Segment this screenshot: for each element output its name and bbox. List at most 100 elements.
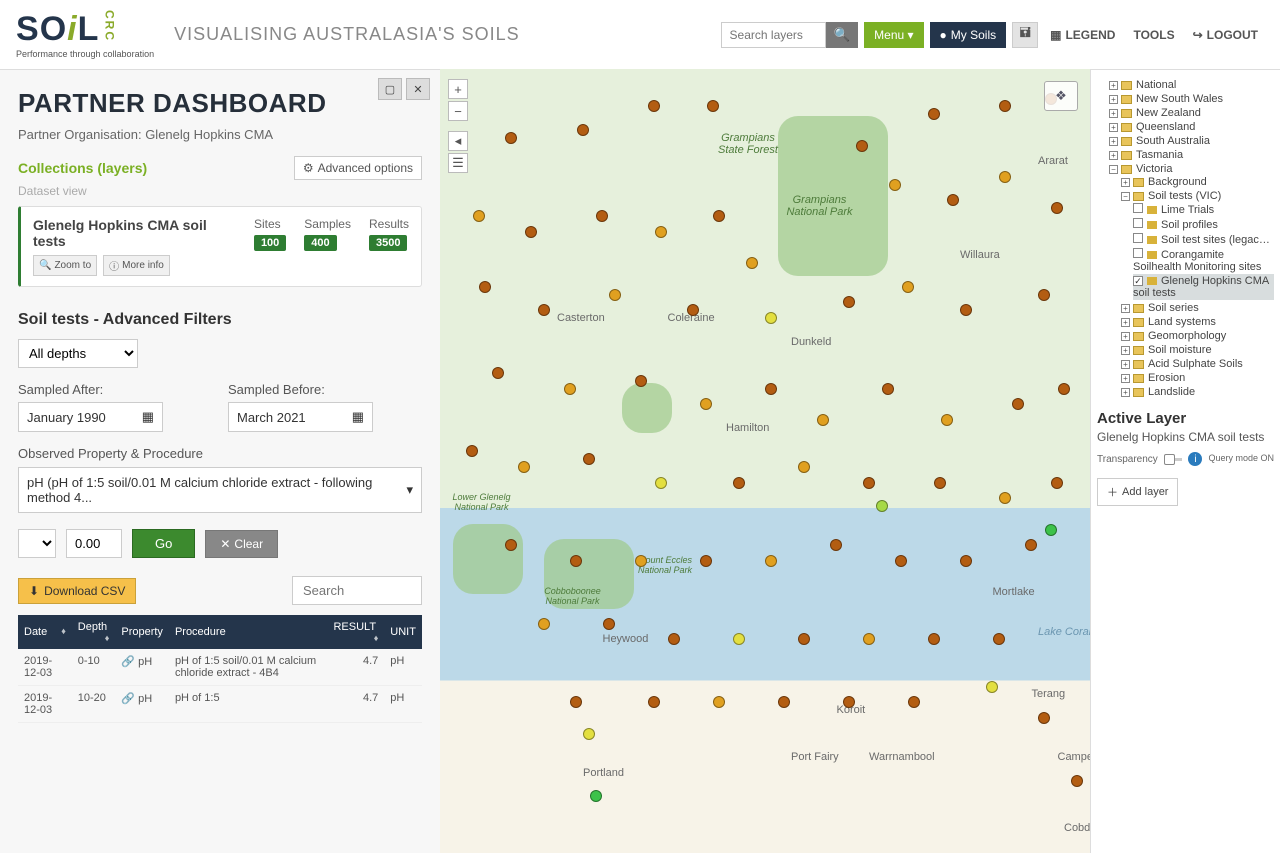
dataset-view-label: Dataset view [18, 184, 422, 198]
info-icon[interactable]: i [1188, 452, 1202, 466]
procedure-link[interactable]: pH of 1:5 [169, 686, 328, 723]
advanced-options-button[interactable]: ⚙Advanced options [294, 156, 422, 180]
download-csv-button[interactable]: ⬇Download CSV [18, 578, 136, 604]
col-result[interactable]: RESULT♦ [327, 615, 384, 649]
tree-leaf-corangamite[interactable]: Corangamite Soilhealth Monitoring sites [1133, 247, 1274, 274]
calendar-icon: ▦ [352, 409, 364, 425]
tree-node-vic[interactable]: −Victoria +Background −Soil tests (VIC) … [1109, 162, 1274, 400]
sort-icon: ♦ [105, 633, 110, 643]
table-row[interactable]: 2019-12-03 10-20 🔗 pH pH of 1:5 4.7 pH [18, 686, 422, 723]
col-procedure[interactable]: Procedure [169, 615, 328, 649]
search-button[interactable]: 🔍 [826, 22, 859, 48]
sampled-after-input[interactable]: January 1990▦ [18, 402, 163, 432]
logout-link[interactable]: ↪LOGOUT [1187, 28, 1264, 42]
tree-node-nz[interactable]: +New Zealand [1109, 106, 1274, 120]
tree-node-tas[interactable]: +Tasmania [1109, 148, 1274, 162]
map-canvas[interactable]: Casterton Coleraine Dunkeld Ararat Hamil… [440, 69, 1090, 853]
tools-link[interactable]: TOOLS [1127, 28, 1180, 42]
more-info-button[interactable]: ⓘMore info [103, 255, 170, 276]
clear-button[interactable]: ✕Clear [205, 530, 278, 558]
map-label: Grampians State Forest [713, 132, 783, 156]
panel-expand-button[interactable]: ▢ [378, 78, 402, 100]
logo: SOiLCRC Performance through collaboratio… [16, 10, 154, 59]
tree-node-soilseries[interactable]: +Soil series [1121, 301, 1274, 315]
menu-button[interactable]: Menu ▾ [864, 22, 923, 48]
link-icon: 🔗 [121, 693, 135, 705]
tree-node-soiltests[interactable]: −Soil tests (VIC) Lime Trials Soil profi… [1121, 189, 1274, 301]
tree-node-qld[interactable]: +Queensland [1109, 120, 1274, 134]
sampled-after-label: Sampled After: [18, 382, 212, 397]
zoom-out-button[interactable]: − [448, 101, 468, 121]
monitor-icon: ▢ [385, 84, 395, 96]
tree-node-soilmoisture[interactable]: +Soil moisture [1121, 343, 1274, 357]
tree-leaf-lime[interactable]: Lime Trials [1133, 202, 1274, 217]
col-date[interactable]: Date♦ [18, 615, 72, 649]
map-label: Hamilton [726, 422, 769, 434]
sort-icon: ♦ [374, 633, 379, 643]
collapse-sidebar-button[interactable]: ◂ [448, 131, 468, 151]
sampled-before-label: Sampled Before: [228, 382, 422, 397]
panel-close-button[interactable]: ✕ [406, 78, 430, 100]
table-search-input[interactable] [292, 576, 422, 605]
col-unit[interactable]: UNIT [384, 615, 422, 649]
property-link[interactable]: 🔗 pH [115, 686, 169, 723]
tree-node-landslide[interactable]: +Landslide [1121, 385, 1274, 399]
depth-select[interactable]: All depths [18, 339, 138, 368]
filters-title: Soil tests - Advanced Filters [18, 311, 422, 329]
map-label: Port Fairy [791, 751, 839, 763]
sampled-before-input[interactable]: March 2021▦ [228, 402, 373, 432]
table-row[interactable]: 2019-12-03 0-10 🔗 pH pH of 1:5 soil/0.01… [18, 649, 422, 686]
info-icon: ⓘ [109, 258, 119, 273]
tree-node-erosion[interactable]: +Erosion [1121, 371, 1274, 385]
map-label: Dunkeld [791, 336, 831, 348]
save-button[interactable]: 🖬 [1012, 22, 1038, 48]
tree-node-acidsulphate[interactable]: +Acid Sulphate Soils [1121, 357, 1274, 371]
tree-node-nsw[interactable]: +New South Wales [1109, 92, 1274, 106]
col-property[interactable]: Property [115, 615, 169, 649]
map-label: Lake Corangamite [1038, 626, 1090, 638]
layer-tree-panel: +National +New South Wales +New Zealand … [1090, 69, 1280, 853]
layers-icon: ❖ [1055, 88, 1067, 104]
gear-icon: ⚙ [303, 161, 314, 175]
zoom-in-button[interactable]: + [448, 79, 468, 99]
observed-property-select[interactable]: pH (pH of 1:5 soil/0.01 M calcium chlori… [18, 467, 422, 513]
tree-leaf-profiles[interactable]: Soil profiles [1133, 217, 1274, 232]
results-table: Date♦ Depth♦ Property Procedure RESULT♦ … [18, 615, 422, 723]
basemap-toggle[interactable]: ❖ [1044, 81, 1078, 111]
close-icon: ✕ [413, 84, 422, 96]
transparency-slider[interactable] [1164, 458, 1183, 461]
active-layer-name: Glenelg Hopkins CMA soil tests [1097, 430, 1274, 444]
layer-list-button[interactable]: ☰ [448, 153, 468, 173]
add-layer-button[interactable]: ＋Add layer [1097, 478, 1178, 506]
map-label: Portland [583, 767, 624, 779]
list-icon: ▦ [1050, 28, 1061, 42]
map-label: Grampians National Park [785, 194, 855, 218]
go-button[interactable]: Go [132, 529, 195, 558]
logo-tagline: Performance through collaboration [16, 49, 154, 59]
tree-leaf-ghcma[interactable]: ✓Glenelg Hopkins CMA soil tests [1133, 274, 1274, 300]
map-label: Ararat [1038, 155, 1068, 167]
transparency-label: Transparency [1097, 454, 1158, 465]
property-link[interactable]: 🔗 pH [115, 649, 169, 686]
legend-link[interactable]: ▦LEGEND [1044, 28, 1121, 42]
tree-node-sa[interactable]: +South Australia [1109, 134, 1274, 148]
procedure-link[interactable]: pH of 1:5 soil/0.01 M calcium chloride e… [169, 649, 328, 686]
tree-node-geomorph[interactable]: +Geomorphology [1121, 329, 1274, 343]
map-label: Lower Glenelg National Park [447, 492, 517, 512]
tree-node-landsystems[interactable]: +Land systems [1121, 315, 1274, 329]
dataset-card: Glenelg Hopkins CMA soil tests 🔍Zoom to … [18, 206, 422, 287]
tree-node-national[interactable]: +National [1109, 78, 1274, 92]
observed-property-label: Observed Property & Procedure [18, 446, 422, 461]
threshold-input[interactable] [66, 529, 122, 558]
calendar-icon: ▦ [142, 409, 154, 425]
tree-leaf-legacy[interactable]: Soil test sites (legacy viewer) [1133, 232, 1274, 247]
search-input[interactable] [721, 22, 826, 48]
map-label: Cobden [1064, 822, 1090, 834]
link-icon: 🔗 [121, 656, 135, 668]
col-depth[interactable]: Depth♦ [72, 615, 116, 649]
mysoils-button[interactable]: ●My Soils [930, 22, 1007, 48]
tree-node-background[interactable]: +Background [1121, 175, 1274, 189]
operator-select[interactable]: > [18, 529, 56, 558]
zoom-to-button[interactable]: 🔍Zoom to [33, 255, 97, 276]
stat-results: Results 3500 [369, 217, 409, 251]
